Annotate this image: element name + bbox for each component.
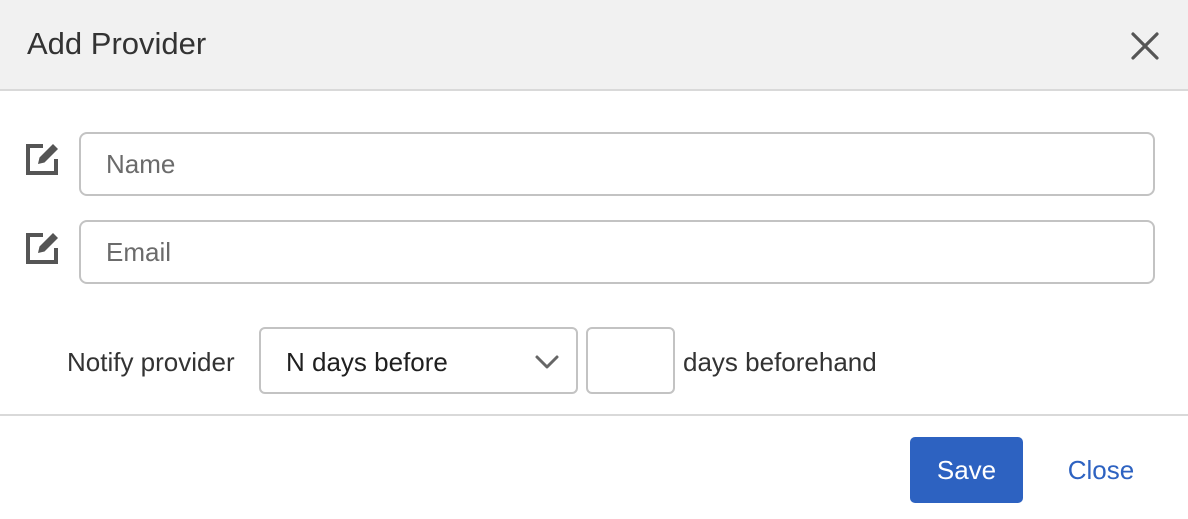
notify-provider-label: Notify provider	[67, 347, 235, 377]
close-x-icon[interactable]	[1125, 26, 1165, 66]
footer-divider	[0, 414, 1188, 416]
save-button[interactable]: Save	[910, 437, 1023, 503]
email-input[interactable]	[79, 220, 1155, 284]
dialog-header: Add Provider	[0, 0, 1188, 91]
days-beforehand-label: days beforehand	[683, 347, 877, 377]
close-button[interactable]: Close	[1049, 437, 1153, 503]
name-input[interactable]	[79, 132, 1155, 196]
name-edit-icon	[24, 140, 62, 178]
notify-timing-select[interactable]: N days before	[259, 327, 578, 394]
email-edit-icon	[24, 229, 62, 267]
add-provider-dialog: Add Provider Notify provider N days befo…	[0, 0, 1188, 519]
dialog-title: Add Provider	[27, 26, 207, 61]
chevron-down-icon	[534, 352, 560, 372]
days-count-input[interactable]	[586, 327, 675, 394]
notify-timing-value: N days before	[286, 347, 448, 377]
